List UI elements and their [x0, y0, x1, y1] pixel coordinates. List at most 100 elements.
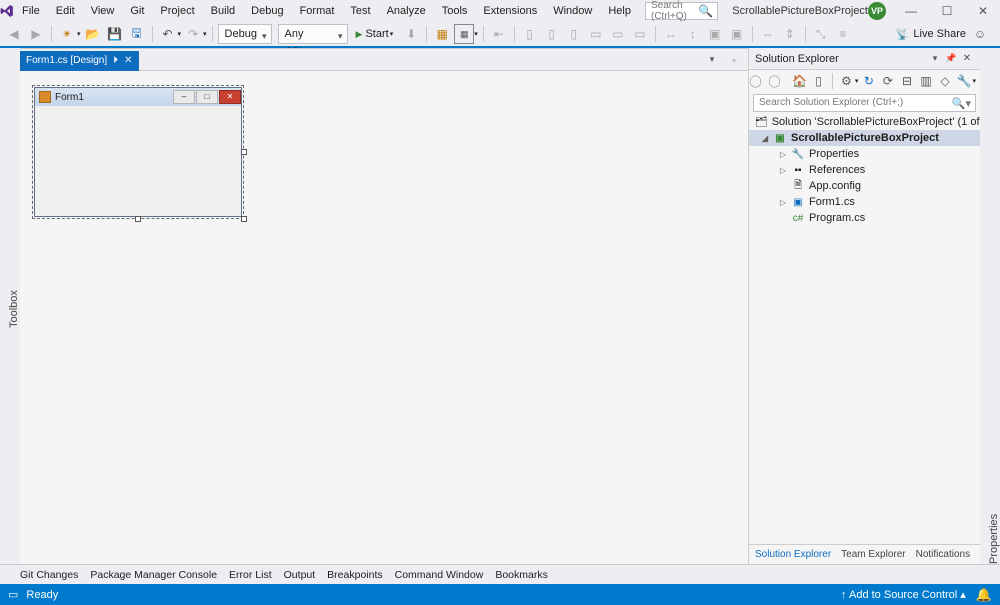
tab-package-manager[interactable]: Package Manager Console: [90, 569, 217, 581]
tab-command-window[interactable]: Command Window: [395, 569, 484, 581]
vs-logo-icon: [0, 0, 14, 22]
tree-properties-node[interactable]: ▷ 🔧 Properties: [749, 146, 980, 162]
align-middles-button: ▭: [608, 24, 628, 44]
search-icon: 🔍▾: [952, 96, 971, 112]
maximize-button[interactable]: ☐: [936, 0, 958, 22]
tree-solution-node[interactable]: 🗂 Solution 'ScrollablePictureBoxProject'…: [749, 114, 980, 130]
sln-show-all-button[interactable]: ▥: [917, 71, 934, 91]
expander-closed-icon[interactable]: ▷: [779, 150, 787, 159]
resize-handle-right[interactable]: [241, 149, 247, 155]
status-window-icon: ▭: [8, 588, 18, 601]
tree-references-node[interactable]: ▷ ▪▪ References: [749, 162, 980, 178]
menu-build[interactable]: Build: [203, 0, 243, 22]
new-project-button[interactable]: ✴: [57, 24, 77, 44]
sln-home-button[interactable]: 🏠: [791, 71, 808, 91]
save-button[interactable]: 💾: [105, 24, 125, 44]
expander-closed-icon[interactable]: ▷: [779, 166, 787, 175]
sln-pending-changes-button[interactable]: ⚙: [838, 71, 855, 91]
notifications-icon[interactable]: 🔔: [976, 587, 992, 603]
toolbar-separator: [514, 26, 515, 42]
tab-error-list[interactable]: Error List: [229, 569, 272, 581]
resize-handle-corner[interactable]: [241, 216, 247, 222]
solution-explorer-search[interactable]: Search Solution Explorer (Ctrl+;) 🔍▾: [753, 94, 976, 112]
tree-appconfig-node[interactable]: 🗎 App.config: [749, 178, 980, 194]
tab-bookmarks[interactable]: Bookmarks: [495, 569, 548, 581]
sln-home-nav2-button[interactable]: ⃝: [772, 71, 789, 91]
panel-pin-icon[interactable]: 📌: [944, 49, 958, 69]
solution-explorer-footer-tabs: Solution Explorer Team Explorer Notifica…: [749, 544, 980, 564]
menu-debug[interactable]: Debug: [243, 0, 291, 22]
menu-analyze[interactable]: Analyze: [379, 0, 434, 22]
menu-view[interactable]: View: [83, 0, 123, 22]
sln-sync-button[interactable]: ↻: [860, 71, 877, 91]
form1-title: Form1: [55, 92, 84, 103]
minimize-button[interactable]: —: [900, 0, 922, 22]
toolbar-separator: [483, 26, 484, 42]
menu-file[interactable]: File: [14, 0, 48, 22]
sln-preview-button[interactable]: ◇: [937, 71, 954, 91]
tab-git-changes[interactable]: Git Changes: [20, 569, 78, 581]
grid-button[interactable]: ▦: [454, 24, 474, 44]
resize-handle-bottom[interactable]: [135, 216, 141, 222]
menu-help[interactable]: Help: [600, 0, 639, 22]
statusbar: ▭ Ready ↑ Add to Source Control ▴ 🔔: [0, 584, 1000, 605]
menu-format[interactable]: Format: [292, 0, 343, 22]
chevron-down-icon[interactable]: ▾: [973, 77, 977, 85]
close-button[interactable]: ✕: [972, 0, 994, 22]
footer-tab-notifications[interactable]: Notifications: [916, 549, 970, 560]
chevron-down-icon[interactable]: ▾: [178, 30, 182, 38]
form-maximize-icon: □: [196, 90, 218, 104]
expander-open-icon[interactable]: ◢: [761, 134, 769, 143]
feedback-button[interactable]: ☺: [970, 24, 990, 44]
tab-overflow-button[interactable]: ▫: [724, 50, 744, 70]
footer-tab-solution-explorer[interactable]: Solution Explorer: [755, 549, 831, 560]
form1-window[interactable]: Form1 – □ ✕: [34, 87, 242, 217]
pin-icon[interactable]: ⏵: [113, 51, 118, 71]
chevron-down-icon[interactable]: ▾: [474, 30, 478, 38]
tab-output[interactable]: Output: [284, 569, 316, 581]
chevron-down-icon[interactable]: ▾: [77, 30, 81, 38]
undo-button[interactable]: ↶: [158, 24, 178, 44]
footer-tab-team-explorer[interactable]: Team Explorer: [841, 549, 905, 560]
expander-closed-icon[interactable]: ▷: [779, 198, 787, 207]
tab-breakpoints[interactable]: Breakpoints: [327, 569, 382, 581]
chevron-down-icon[interactable]: ▾: [855, 77, 859, 85]
menu-extensions[interactable]: Extensions: [475, 0, 545, 22]
properties-tab[interactable]: Properties: [980, 48, 1000, 564]
tree-program-node[interactable]: c# Program.cs: [749, 210, 980, 226]
active-files-dropdown[interactable]: ▾: [702, 50, 722, 70]
menu-git[interactable]: Git: [122, 0, 152, 22]
workspace: Toolbox Form1.cs [Design] ⏵ ✕ ▾ ▫ Form1: [0, 48, 1000, 564]
menu-window[interactable]: Window: [545, 0, 600, 22]
sln-properties-button[interactable]: 🔧: [956, 71, 973, 91]
toolbox-tab[interactable]: Toolbox: [0, 48, 20, 564]
menu-test[interactable]: Test: [342, 0, 378, 22]
live-share-button[interactable]: 📡 Live Share: [896, 28, 966, 41]
vspace-button: ↕: [683, 24, 703, 44]
panel-dropdown-icon[interactable]: ▾: [928, 49, 942, 69]
open-file-button[interactable]: 📂: [83, 24, 103, 44]
config-combo[interactable]: Debug: [218, 24, 272, 44]
tree-form1-node[interactable]: ▷ ▣ Form1.cs: [749, 194, 980, 210]
tree-project-node[interactable]: ◢ ▣ ScrollablePictureBoxProject: [749, 130, 980, 146]
panel-close-icon[interactable]: ✕: [960, 49, 974, 69]
menu-edit[interactable]: Edit: [48, 0, 83, 22]
sln-refresh-button[interactable]: ⟳: [879, 71, 896, 91]
user-avatar[interactable]: VP: [868, 2, 886, 20]
menu-tools[interactable]: Tools: [434, 0, 476, 22]
menu-project[interactable]: Project: [152, 0, 202, 22]
quick-launch-search[interactable]: Search (Ctrl+Q) 🔍: [645, 2, 718, 20]
platform-combo[interactable]: Any CPU: [278, 24, 348, 44]
sln-home-nav-button[interactable]: ⃝: [753, 71, 770, 91]
close-tab-icon[interactable]: ✕: [124, 51, 132, 71]
sln-switch-view-button[interactable]: ▯: [810, 71, 827, 91]
doc-tab-form1-design[interactable]: Form1.cs [Design] ⏵ ✕: [20, 51, 139, 71]
tab-order-button[interactable]: ▦: [432, 24, 452, 44]
save-all-button[interactable]: 🖫: [127, 24, 147, 44]
solution-label: Solution 'ScrollablePictureBoxProject' (…: [772, 116, 980, 128]
references-label: References: [809, 164, 865, 176]
form-designer-surface[interactable]: Form1 – □ ✕: [32, 85, 244, 219]
start-debug-button[interactable]: ▶Start▾: [350, 24, 400, 44]
sln-collapse-button[interactable]: ⊟: [898, 71, 915, 91]
source-control-button[interactable]: ↑ Add to Source Control ▴: [841, 588, 966, 601]
